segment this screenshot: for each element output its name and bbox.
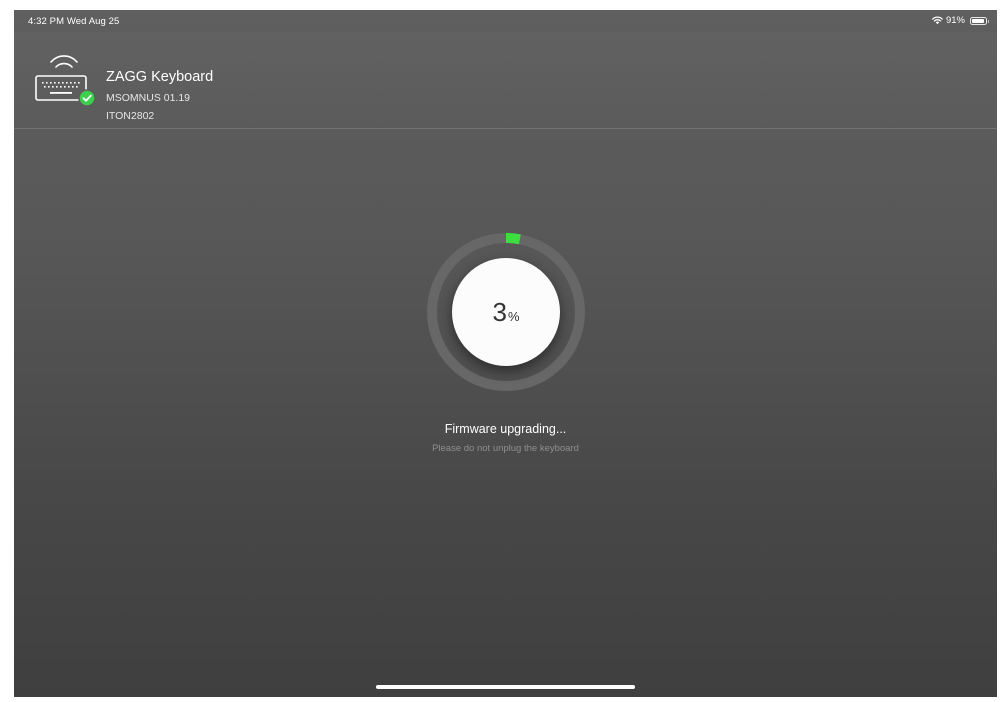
progress-readout: 3% xyxy=(452,258,560,366)
app-screen: 4:32 PM Wed Aug 25 91% ZAGG Keyboard MSO… xyxy=(14,10,997,697)
device-firmware-version: MSOMNUS 01.19 xyxy=(106,92,191,104)
progress-unit: % xyxy=(507,308,520,324)
connected-check-icon xyxy=(78,89,96,107)
progress-value: 3 xyxy=(492,296,507,327)
wifi-icon xyxy=(932,16,943,25)
battery-percent: 91% xyxy=(945,15,965,26)
home-indicator[interactable] xyxy=(376,685,635,689)
device-name: ZAGG Keyboard xyxy=(106,69,214,85)
keyboard-icon xyxy=(35,55,96,107)
battery-icon xyxy=(970,16,989,25)
status-bar: 4:32 PM Wed Aug 25 91% xyxy=(14,10,997,32)
status-indicators: 91% xyxy=(932,15,989,26)
device-header: ZAGG Keyboard MSOMNUS 01.19 ITON2802 xyxy=(14,32,997,129)
upgrade-status-subtitle: Please do not unplug the keyboard xyxy=(432,443,579,454)
progress-arc xyxy=(505,232,521,245)
firmware-progress-ring: 3% xyxy=(426,232,586,392)
upgrade-status-title: Firmware upgrading... xyxy=(444,422,567,436)
status-time: 4:32 PM Wed Aug 25 xyxy=(28,16,120,27)
device-model: ITON2802 xyxy=(106,110,155,122)
